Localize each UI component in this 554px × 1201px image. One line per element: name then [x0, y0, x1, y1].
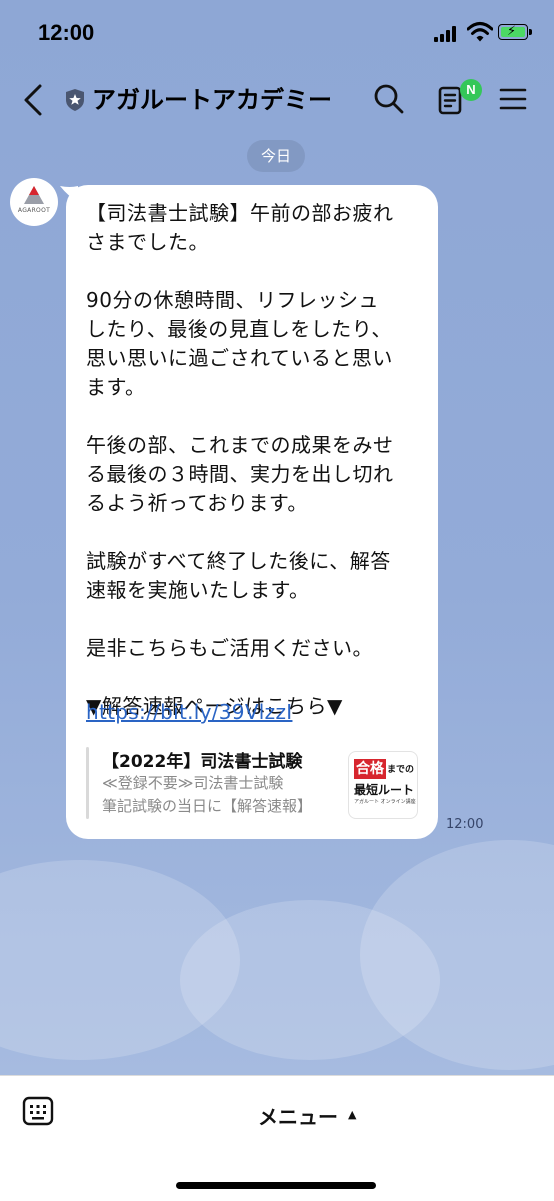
thumbnail-made-text: までの: [387, 765, 415, 775]
agaroot-logo-icon: [24, 186, 44, 204]
home-indicator[interactable]: [176, 1182, 376, 1189]
preview-thumbnail: 合格 までの 最短ルート アガルート オンライン講座: [348, 751, 418, 819]
menu-button[interactable]: メニュー: [258, 1101, 338, 1130]
preview-title: 【2022年】司法書士試験: [102, 752, 303, 772]
status-bar: 12:00 ⚡: [0, 0, 554, 64]
message-text: 【司法書士試験】午前の部お疲れ さまでした。 90分の休憩時間、リフレッシュ し…: [86, 201, 394, 718]
date-separator: 今日: [247, 140, 305, 172]
cellular-signal-icon: [434, 26, 462, 42]
thumbnail-main-text: 最短ルート: [354, 783, 415, 797]
avatar[interactable]: AGAROOT: [10, 178, 58, 226]
preview-description-line2: 筆記試験の当日に【解答速報】: [102, 797, 313, 815]
message-bubble[interactable]: 【司法書士試験】午前の部お疲れ さまでした。 90分の休憩時間、リフレッシュ し…: [66, 185, 438, 839]
shield-star-icon: [66, 89, 84, 111]
keyboard-icon[interactable]: [22, 1096, 54, 1126]
thumbnail-small-text: アガルート オンライン講座: [354, 799, 416, 805]
notification-badge: N: [460, 79, 482, 101]
message-time: 12:00: [446, 817, 484, 832]
avatar-logo-text: AGAROOT: [17, 207, 51, 214]
wifi-icon: [467, 22, 493, 42]
status-time: 12:00: [38, 20, 95, 45]
preview-description-line1: ≪登録不要≫司法書士試験: [102, 774, 284, 792]
bottom-bar: メニュー ▲: [0, 1075, 554, 1201]
battery-icon: ⚡: [498, 24, 532, 40]
menu-icon[interactable]: [496, 82, 530, 116]
chat-header: アガルートアカデミー N: [0, 64, 554, 134]
preview-bar: [86, 747, 89, 819]
search-icon[interactable]: [372, 82, 406, 116]
back-chevron-icon[interactable]: [20, 82, 48, 118]
chat-title[interactable]: アガルートアカデミー: [92, 80, 332, 115]
message-link[interactable]: https://bit.ly/39VlzzI: [86, 700, 292, 724]
menu-arrow-icon[interactable]: ▲: [348, 1108, 356, 1121]
link-preview[interactable]: 【2022年】司法書士試験 ≪登録不要≫司法書士試験 筆記試験の当日に【解答速報…: [86, 747, 421, 819]
thumbnail-red-label: 合格: [354, 759, 386, 779]
